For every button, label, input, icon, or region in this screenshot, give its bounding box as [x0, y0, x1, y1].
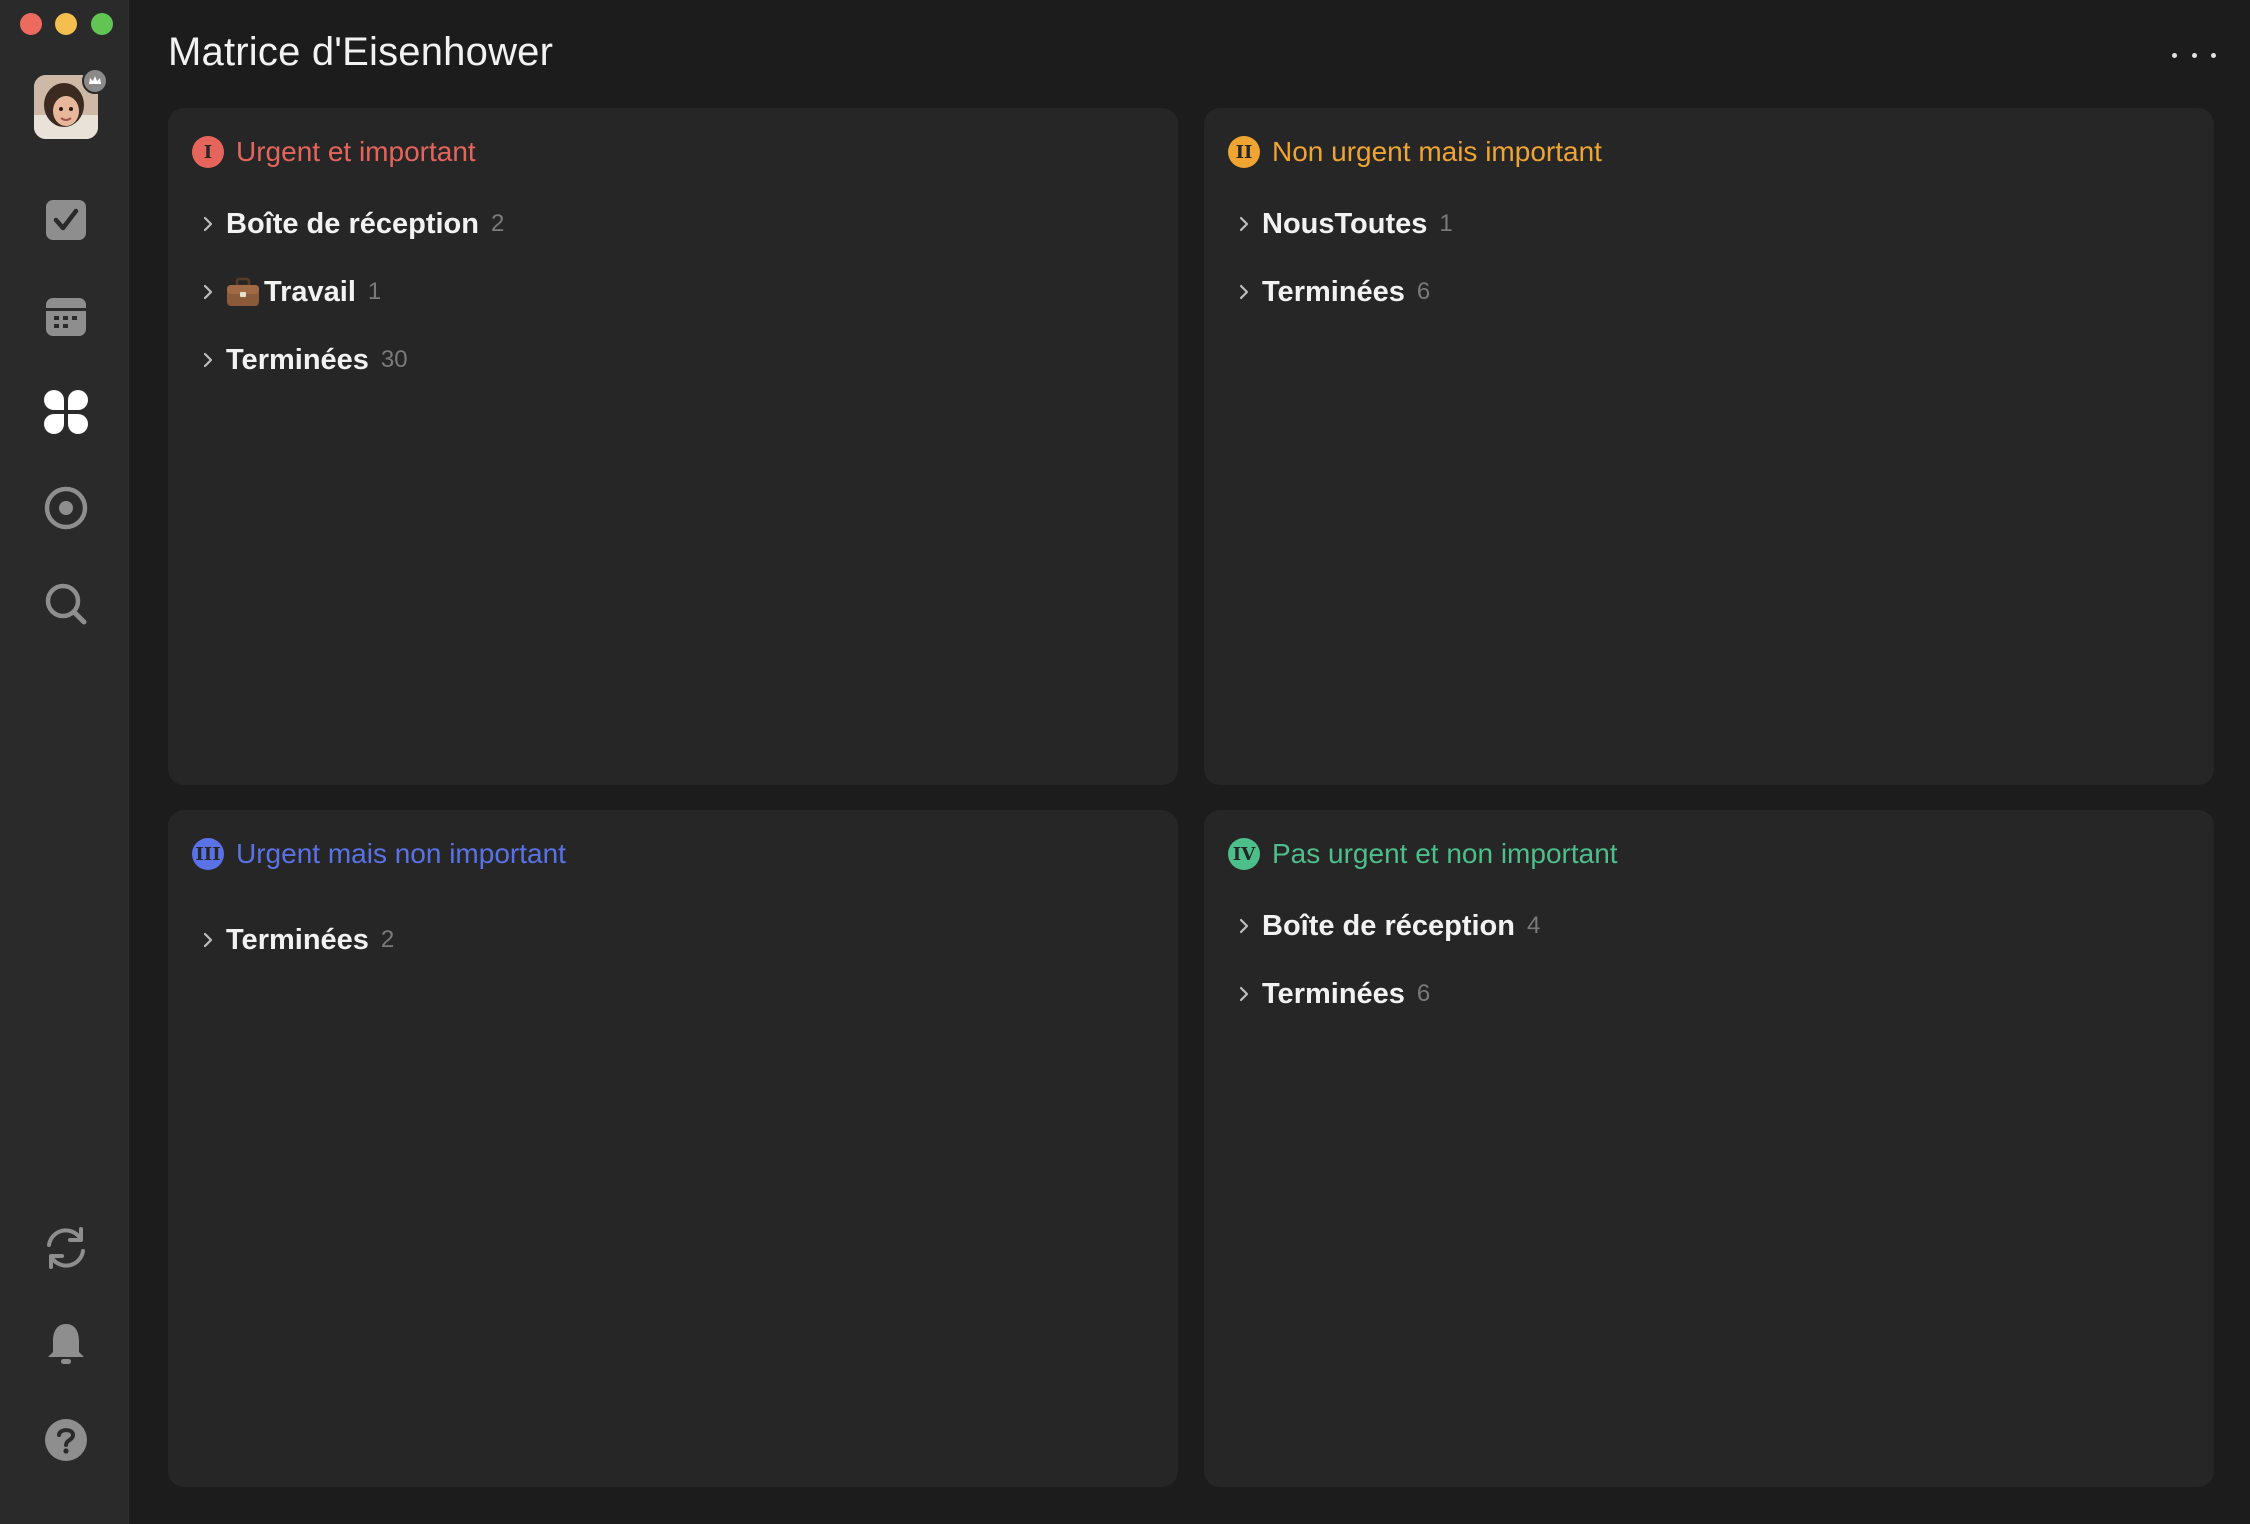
group-list: Boîte de réception 2 Travail 1 Terminées… [200, 190, 1154, 394]
search-icon [43, 581, 89, 627]
group-row-inbox[interactable]: Boîte de réception 2 [200, 190, 1154, 258]
quadrant-badge-icon: IV [1228, 838, 1260, 870]
sidebar-item-matrix[interactable] [40, 386, 92, 438]
sidebar-item-tasks[interactable] [40, 194, 92, 246]
quadrant-not-urgent-important[interactable]: II Non urgent mais important NousToutes … [1204, 108, 2214, 785]
quadrant-title: Urgent mais non important [236, 838, 566, 869]
more-icon [2172, 52, 2177, 58]
matrix-icon [43, 389, 89, 435]
group-row-work[interactable]: Travail 1 [200, 258, 1154, 326]
bell-icon [43, 1321, 89, 1367]
chevron-right-icon [200, 351, 216, 369]
page-title: Matrice d'Eisenhower [168, 30, 554, 74]
chevron-right-icon [200, 283, 216, 301]
group-count: 4 [1527, 912, 1541, 939]
chevron-right-icon [1236, 985, 1252, 1003]
quadrant-header: III Urgent mais non important [192, 834, 566, 874]
quadrant-urgent-not-important[interactable]: III Urgent mais non important Terminées … [168, 810, 1178, 1487]
quadrant-not-urgent-not-important[interactable]: IV Pas urgent et non important Boîte de … [1204, 810, 2214, 1487]
checkbox-icon [44, 198, 88, 242]
chevron-right-icon [1236, 283, 1252, 301]
quadrant-header: IV Pas urgent et non important [1228, 834, 1618, 874]
help-icon [43, 1417, 89, 1463]
group-name: Travail [264, 275, 356, 308]
quadrant-header: I Urgent et important [192, 132, 476, 172]
group-list: Terminées 2 [200, 906, 1154, 974]
sidebar-item-calendar[interactable] [40, 290, 92, 342]
quadrant-title: Pas urgent et non important [1272, 838, 1618, 869]
close-window-button[interactable] [20, 13, 42, 35]
group-count: 2 [380, 926, 395, 953]
calendar-icon [44, 294, 88, 338]
chevron-right-icon [1236, 215, 1252, 233]
quadrant-badge-icon: II [1228, 136, 1260, 168]
group-count: 1 [1439, 210, 1453, 237]
group-row-completed[interactable]: Terminées 6 [1236, 258, 2190, 326]
group-name: Terminées [1262, 977, 1405, 1010]
group-row-completed[interactable]: Terminées 2 [200, 906, 1154, 974]
group-count: 30 [380, 346, 408, 373]
group-name: Boîte de réception [226, 207, 479, 240]
quadrant-urgent-important[interactable]: I Urgent et important Boîte de réception… [168, 108, 1178, 785]
chevron-right-icon [200, 931, 216, 949]
sidebar-item-help[interactable] [40, 1414, 92, 1466]
minimize-window-button[interactable] [55, 13, 77, 35]
sidebar-item-notifications[interactable] [40, 1318, 92, 1370]
sidebar-item-search[interactable] [40, 578, 92, 630]
more-options-button[interactable] [2172, 40, 2216, 70]
group-list: NousToutes 1 Terminées 6 [1236, 190, 2190, 326]
quadrant-title: Urgent et important [236, 136, 476, 167]
group-count: 2 [491, 210, 505, 237]
quadrant-badge-icon: III [192, 838, 224, 870]
app-window: Matrice d'Eisenhower I Urgent et importa… [0, 0, 2250, 1524]
zoom-window-button[interactable] [91, 13, 113, 35]
quadrant-title: Non urgent mais important [1272, 136, 1602, 167]
focus-icon [43, 485, 89, 531]
group-name: Terminées [1262, 275, 1405, 308]
group-list: Boîte de réception 4 Terminées 6 [1236, 892, 2190, 1028]
sync-icon [43, 1225, 89, 1271]
group-row-inbox[interactable]: Boîte de réception 4 [1236, 892, 2190, 960]
group-row-completed[interactable]: Terminées 30 [200, 326, 1154, 394]
group-name: Terminées [226, 343, 369, 376]
group-row-noustoutes[interactable]: NousToutes 1 [1236, 190, 2190, 258]
group-count: 6 [1416, 278, 1431, 305]
briefcase-icon [226, 277, 260, 307]
group-name: Terminées [226, 923, 369, 956]
chevron-right-icon [200, 215, 216, 233]
group-name: Boîte de réception [1262, 909, 1515, 942]
quadrant-badge-icon: I [192, 136, 224, 168]
sidebar-item-focus[interactable] [40, 482, 92, 534]
quadrant-header: II Non urgent mais important [1228, 132, 1602, 172]
chevron-right-icon [1236, 917, 1252, 935]
group-name: NousToutes [1262, 207, 1428, 240]
sidebar-item-sync[interactable] [40, 1222, 92, 1274]
group-row-completed[interactable]: Terminées 6 [1236, 960, 2190, 1028]
group-count: 6 [1416, 980, 1431, 1007]
group-count: 1 [367, 278, 382, 305]
sidebar [0, 0, 129, 1524]
crown-icon [82, 68, 108, 94]
